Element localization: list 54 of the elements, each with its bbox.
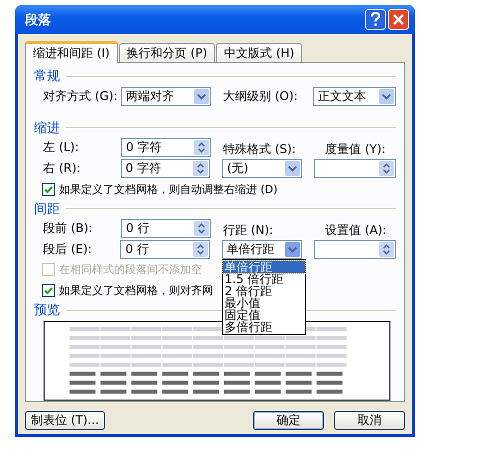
field-label: 度量值 (Y):: [325, 140, 386, 158]
checkbox-label: 如果定义了文档网格，则对齐网: [59, 283, 213, 298]
field-label: 段后 (E):: [43, 240, 93, 258]
checkbox[interactable]: [42, 182, 55, 196]
checkbox[interactable]: [42, 284, 55, 298]
right-indent-spinbox[interactable]: 0 字符: [120, 158, 210, 178]
field-label: 设置值 (A):: [325, 222, 386, 239]
dropdown-option[interactable]: 最小值: [222, 296, 305, 309]
help-icon[interactable]: [365, 9, 386, 30]
section-heading: 缩进: [34, 120, 60, 137]
tab[interactable]: 中文版式 (H): [216, 43, 302, 62]
field-label: 行距 (N):: [223, 222, 274, 239]
tab[interactable]: 换行和分页 (P): [118, 43, 216, 62]
dropdown-option[interactable]: 多倍行距: [222, 320, 305, 333]
spin-arrows-icon: [379, 160, 394, 176]
ok-button[interactable]: 确定: [253, 411, 324, 430]
spacing-at-spinbox[interactable]: [314, 240, 396, 259]
dropdown-option[interactable]: 单倍行距: [222, 260, 305, 273]
line-spacing-dropdown[interactable]: 单倍行距: [222, 240, 302, 259]
field-label: 特殊格式 (S):: [223, 140, 297, 158]
special-indent-dropdown[interactable]: (无): [222, 158, 302, 178]
close-icon[interactable]: [388, 9, 409, 30]
checkbox-label: 如果定义了文档网格，则自动调整右缩进 (D): [59, 182, 278, 197]
tabs-button[interactable]: 制表位 (T)...: [25, 411, 105, 430]
outline-level-dropdown[interactable]: 正文文本: [313, 87, 396, 106]
spin-arrows-icon: [194, 220, 209, 236]
space-before-spinbox[interactable]: 0 行: [121, 218, 211, 238]
section-heading: 预览: [34, 302, 60, 320]
indent-by-spinbox[interactable]: [314, 158, 396, 178]
left-indent-spinbox[interactable]: 0 字符: [121, 138, 211, 157]
alignment-dropdown[interactable]: 两端对齐: [121, 87, 211, 106]
dropdown-option[interactable]: 2 倍行距: [222, 284, 305, 297]
chevron-icon: [379, 89, 394, 104]
field-label: 段前 (B):: [43, 220, 94, 237]
spin-arrows-icon: [194, 140, 209, 155]
section-heading: 常规: [34, 68, 60, 85]
dropdown-option[interactable]: 固定值: [222, 308, 305, 321]
field-label: 左 (L):: [43, 138, 80, 156]
field-label: 大纲级别 (O):: [223, 88, 299, 106]
dropdown-option[interactable]: 1.5 倍行距: [222, 272, 305, 285]
chevron-icon: [194, 89, 209, 104]
section-heading: 间距: [34, 200, 60, 218]
spin-arrows-icon: [192, 160, 208, 176]
spin-arrows-icon: [379, 242, 394, 257]
field-label: 右 (R):: [43, 160, 82, 177]
spin-arrows-icon: [192, 242, 208, 257]
tab[interactable]: 缩进和间距 (I): [25, 41, 118, 63]
chevron-icon: [284, 160, 300, 176]
checkbox-label: 在相同样式的段落间不添加空: [59, 262, 202, 278]
cancel-button[interactable]: 取消: [334, 411, 405, 430]
chevron-icon: [284, 242, 300, 257]
window-title: 段落: [25, 12, 52, 28]
space-after-spinbox[interactable]: 0 行: [120, 240, 210, 259]
field-label: 对齐方式 (G):: [43, 88, 119, 106]
